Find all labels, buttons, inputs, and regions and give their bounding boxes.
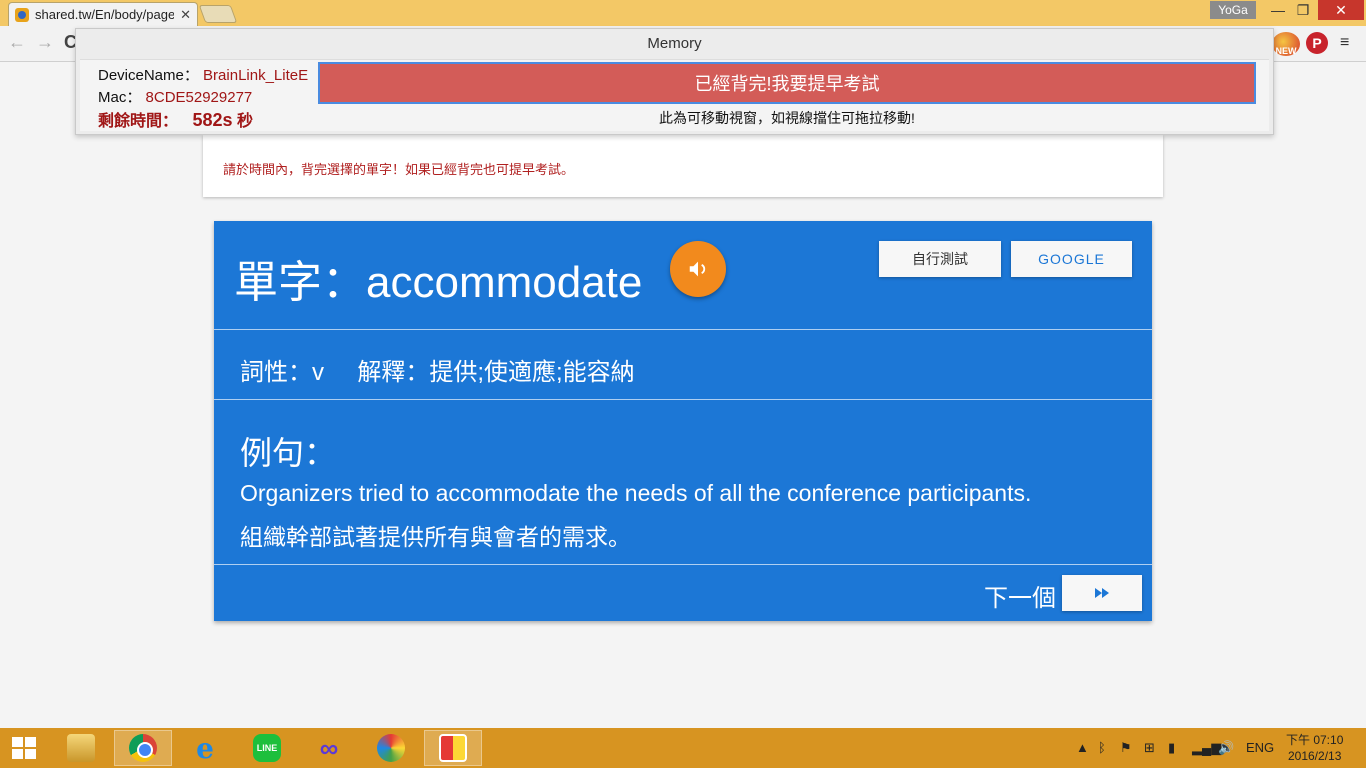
early-exam-button[interactable]: 已經背完!我要提早考試 xyxy=(318,62,1256,104)
pronunciation-button[interactable] xyxy=(670,241,726,297)
clock-time: 下午 07:10 xyxy=(1286,733,1344,747)
instruction-text: 請於時間內，背完選擇的單字！如果已經背完也可提早考試。 xyxy=(223,162,575,177)
browser-tab[interactable]: shared.tw/En/body/page ✕ xyxy=(8,2,198,26)
profile-button[interactable]: YoGa xyxy=(1210,1,1256,19)
next-word-button[interactable] xyxy=(1062,575,1142,611)
remaining-time-row: 剩餘時間： 582s 秒 xyxy=(98,107,253,131)
browser-titlebar: shared.tw/En/body/page ✕ YoGa — ❐ ✕ xyxy=(0,0,1366,26)
taskbar: e LINE ∞ ▲ ᛒ ⚑ ⊞ ▮ ▂▄▆ 🔊 ENG 下午 07:10 20… xyxy=(0,728,1366,768)
definition-section: 詞性：v 解釋：提供;使適應;能容納 xyxy=(214,330,1152,400)
example-title: 例句： xyxy=(240,435,337,471)
volume-icon[interactable]: 🔊 xyxy=(1218,740,1234,756)
meaning-value: 提供;使適應;能容納 xyxy=(429,359,635,386)
forward-arrow-icon[interactable]: → xyxy=(36,32,54,53)
example-section: 例句： Organizers tried to accommodate the … xyxy=(214,400,1152,565)
google-button[interactable]: GOOGLE xyxy=(1011,241,1132,277)
pos-value: v xyxy=(312,359,324,386)
mac-row: Mac： 8CDE52929277 xyxy=(98,86,252,107)
self-test-button[interactable]: 自行測試 xyxy=(879,241,1001,277)
word-section: 單字：accommodate 自行測試 GOOGLE xyxy=(214,221,1152,330)
device-name-value: BrainLink_LiteE xyxy=(203,67,309,84)
pinterest-extension-icon[interactable]: P xyxy=(1306,32,1328,54)
instruction-panel: 請於時間內，背完選擇的單字！如果已經背完也可提早考試。 xyxy=(203,135,1163,197)
clock-date: 2016/2/13 xyxy=(1287,749,1342,763)
popup-body: DeviceName： BrainLink_LiteE Mac： 8CDE529… xyxy=(80,59,1269,131)
taskbar-tile-app[interactable] xyxy=(424,730,482,766)
vocabulary-card: 單字：accommodate 自行測試 GOOGLE 詞性：v 解釋：提供;使適… xyxy=(214,221,1152,621)
signal-icon[interactable]: ▂▄▆ xyxy=(1192,740,1221,756)
taskbar-file-explorer[interactable] xyxy=(52,730,110,766)
tile-app-icon xyxy=(439,734,467,762)
tray-chevron-icon[interactable]: ▲ xyxy=(1076,740,1089,755)
fast-forward-icon xyxy=(1095,588,1109,598)
browser-menu-icon[interactable]: ≡ xyxy=(1340,34,1349,52)
language-indicator[interactable]: ENG xyxy=(1246,740,1274,755)
taskbar-chrome[interactable] xyxy=(114,730,172,766)
mac-value: 8CDE52929277 xyxy=(145,89,253,106)
taskbar-paint[interactable] xyxy=(362,730,420,766)
drag-hint-text: 此為可移動視窗，如視線擋住可拖拉移動! xyxy=(659,110,915,126)
device-name-row: DeviceName： BrainLink_LiteE xyxy=(98,64,308,85)
new-tab-button[interactable] xyxy=(198,5,238,23)
battery-icon[interactable]: ▮ xyxy=(1168,740,1175,756)
paint-palette-icon xyxy=(377,734,405,762)
back-arrow-icon[interactable]: ← xyxy=(8,32,26,53)
windows-start-icon[interactable] xyxy=(12,737,38,759)
memory-popup-window[interactable]: Memory DeviceName： BrainLink_LiteE Mac： … xyxy=(75,28,1274,135)
example-sentence-chinese: 組織幹部試著提供所有與會者的需求。 xyxy=(240,524,631,550)
new-badge-extension-icon[interactable]: NEW xyxy=(1272,32,1300,56)
word-prefix: 單字： xyxy=(234,257,366,308)
windows-tray-icon[interactable]: ⊞ xyxy=(1144,740,1155,756)
close-window-button[interactable]: ✕ xyxy=(1318,0,1364,20)
tab-close-icon[interactable]: ✕ xyxy=(180,7,191,23)
folder-icon xyxy=(67,734,95,762)
example-sentence-english: Organizers tried to accommodate the need… xyxy=(240,480,1032,506)
bluetooth-icon[interactable]: ᛒ xyxy=(1098,740,1106,755)
tab-title: shared.tw/En/body/page xyxy=(35,7,175,22)
line-icon: LINE xyxy=(253,734,281,762)
system-clock[interactable]: 下午 07:10 2016/2/13 xyxy=(1286,732,1343,764)
minimize-button[interactable]: — xyxy=(1266,0,1290,20)
meaning-label: 解釋： xyxy=(357,359,430,386)
infinity-icon: ∞ xyxy=(319,732,339,763)
next-label: 下一個 xyxy=(984,585,1056,612)
word-heading: 單字：accommodate xyxy=(234,246,642,310)
taskbar-internet-explorer[interactable]: e xyxy=(176,730,234,766)
speaker-icon xyxy=(689,261,706,277)
flag-icon[interactable]: ⚑ xyxy=(1120,740,1132,756)
definition-row: 詞性：v 解釋：提供;使適應;能容納 xyxy=(240,352,635,387)
remaining-time-unit: 秒 xyxy=(236,113,253,130)
remaining-time-value: 582s xyxy=(192,110,233,130)
internet-explorer-icon: e xyxy=(196,731,214,765)
mac-label: Mac： xyxy=(98,89,142,106)
popup-title: Memory xyxy=(647,35,702,52)
device-name-label: DeviceName： xyxy=(98,67,199,84)
taskbar-line[interactable]: LINE xyxy=(238,730,296,766)
vocabulary-word: accommodate xyxy=(366,258,643,307)
taskbar-infinity-app[interactable]: ∞ xyxy=(300,730,358,766)
site-favicon-icon xyxy=(15,7,29,22)
maximize-button[interactable]: ❐ xyxy=(1291,0,1315,20)
chrome-icon xyxy=(129,734,157,762)
remaining-time-label: 剩餘時間： xyxy=(98,113,179,130)
pos-label: 詞性： xyxy=(240,359,312,386)
